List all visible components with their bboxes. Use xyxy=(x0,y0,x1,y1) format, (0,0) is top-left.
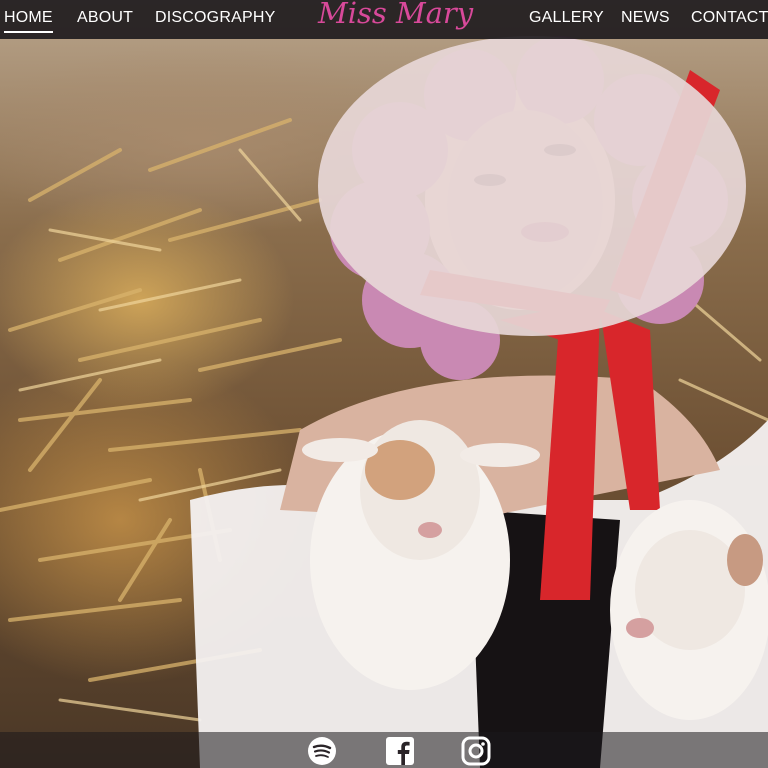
social-links-bar xyxy=(0,732,768,768)
nav-about-link[interactable]: ABOUT xyxy=(77,9,133,27)
site-logo[interactable]: Miss Mary xyxy=(318,0,473,30)
facebook-icon[interactable] xyxy=(385,736,415,766)
hero-photo xyxy=(0,0,768,768)
nav-news-link[interactable]: NEWS xyxy=(621,9,670,27)
nav-contact-link[interactable]: CONTACT xyxy=(691,9,768,27)
nav-gallery-link[interactable]: GALLERY xyxy=(529,9,604,27)
spotify-icon[interactable] xyxy=(307,736,337,766)
bonnet-halo xyxy=(318,36,746,336)
instagram-icon[interactable] xyxy=(461,736,491,766)
top-navigation: HOME ABOUT DISCOGRAPHY Miss Mary GALLERY… xyxy=(0,0,768,39)
nav-home-link[interactable]: HOME xyxy=(4,9,53,33)
nav-discography-link[interactable]: DISCOGRAPHY xyxy=(155,9,275,27)
